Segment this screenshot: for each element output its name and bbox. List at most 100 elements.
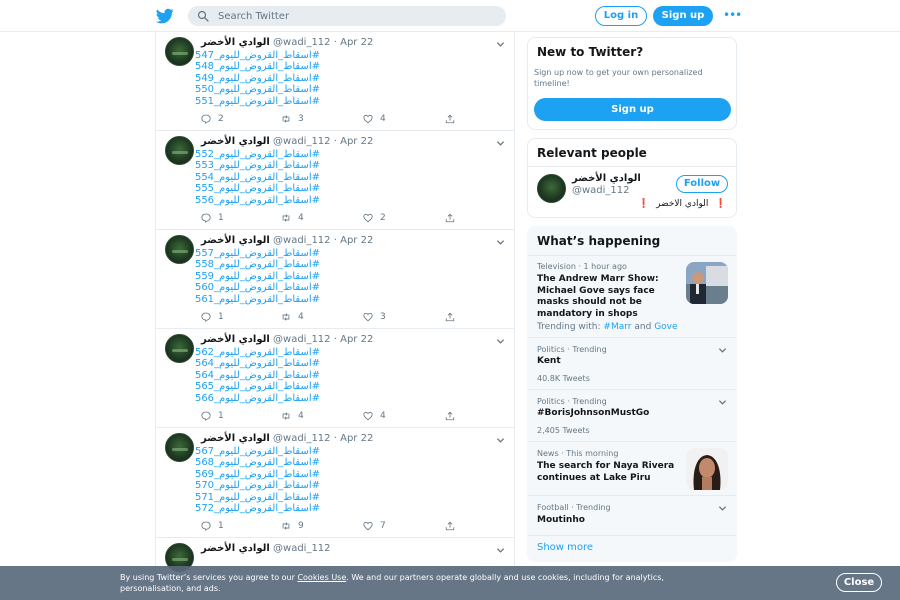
hashtag-link[interactable]: #اسقاط_القروض_لليوم_549 bbox=[195, 73, 320, 84]
and-text: and bbox=[634, 322, 652, 332]
follow-button[interactable]: Follow bbox=[676, 175, 728, 193]
tweet-actions: 1 4 4 bbox=[201, 410, 461, 422]
new-to-twitter-card: New to Twitter? Sign up now to get your … bbox=[527, 37, 737, 130]
tweet[interactable]: الوادي الأخضر @wadi_112 · Apr 22 #اسقاط_… bbox=[156, 428, 514, 538]
hashtag-link[interactable]: #اسقاط_القروض_لليوم_571 bbox=[195, 492, 320, 503]
person-name[interactable]: الوادي الأخضر bbox=[572, 173, 641, 184]
trend-item[interactable]: Television · 1 hour ago The Andrew Marr … bbox=[528, 255, 736, 339]
hashtag-link[interactable]: #اسقاط_القروض_لليوم_550 bbox=[195, 84, 320, 95]
chevron-down-icon[interactable] bbox=[496, 238, 505, 247]
hashtag-link[interactable]: #اسقاط_القروض_لليوم_561 bbox=[195, 294, 320, 305]
chevron-down-icon[interactable] bbox=[496, 139, 505, 148]
retweet-count: 4 bbox=[298, 213, 304, 223]
news-thumbnail[interactable] bbox=[686, 448, 728, 490]
hashtag-link[interactable]: #اسقاط_القروض_لليوم_569 bbox=[195, 469, 320, 480]
more-options-icon[interactable]: ••• bbox=[723, 9, 742, 21]
chevron-down-icon[interactable] bbox=[496, 546, 505, 555]
trend-item[interactable]: Football · Trending Moutinho bbox=[528, 495, 736, 539]
avatar[interactable] bbox=[165, 433, 194, 462]
avatar[interactable] bbox=[165, 37, 194, 66]
cookies-use-link[interactable]: Cookies Use bbox=[297, 573, 346, 582]
avatar[interactable] bbox=[165, 334, 194, 363]
tweet-date[interactable]: Apr 22 bbox=[340, 37, 373, 48]
separator: · bbox=[333, 37, 337, 48]
hashtag-link[interactable]: #اسقاط_القروض_لليوم_560 bbox=[195, 282, 320, 293]
cookie-text-before: By using Twitter’s services you agree to… bbox=[120, 573, 295, 582]
share-icon bbox=[445, 411, 455, 421]
author-name[interactable]: الوادي الأخضر bbox=[201, 543, 270, 554]
separator: · bbox=[333, 433, 337, 444]
chevron-down-icon[interactable] bbox=[718, 504, 727, 513]
tweet-date[interactable]: Apr 22 bbox=[340, 433, 373, 444]
reply-count: 1 bbox=[218, 411, 224, 421]
exclamation-icon: ❗ bbox=[715, 199, 727, 209]
hashtag-link[interactable]: #اسقاط_القروض_لليوم_552 bbox=[195, 149, 320, 160]
hashtag-link[interactable]: #اسقاط_القروض_لليوم_548 bbox=[195, 61, 320, 72]
author-handle[interactable]: @wadi_112 bbox=[273, 543, 331, 554]
trend-item[interactable]: News · This morning The search for Naya … bbox=[528, 441, 736, 495]
hashtag-link[interactable]: #اسقاط_القروض_لليوم_564 bbox=[195, 358, 320, 369]
hashtag-link[interactable]: #اسقاط_القروض_لليوم_551 bbox=[195, 96, 320, 107]
like-count: 7 bbox=[380, 521, 386, 531]
trend-item[interactable]: Politics · Trending Kent 40.8K Tweets bbox=[528, 337, 736, 389]
signup-button[interactable]: Sign up bbox=[653, 6, 713, 26]
hashtag-link[interactable]: #اسقاط_القروض_لليوم_564 bbox=[195, 370, 320, 381]
author-handle[interactable]: @wadi_112 bbox=[273, 433, 331, 444]
tweet[interactable]: الوادي الأخضر @wadi_112 · Apr 22 #اسقاط_… bbox=[156, 32, 514, 131]
trend-item[interactable]: Politics · Trending #BorisJohnsonMustGo … bbox=[528, 389, 736, 441]
author-name[interactable]: الوادي الأخضر bbox=[201, 433, 270, 444]
tweet-header: الوادي الأخضر @wadi_112 · Apr 22 bbox=[201, 334, 373, 345]
trend-meta: Politics · Trending bbox=[537, 345, 607, 354]
tweet-date[interactable]: Apr 22 bbox=[340, 334, 373, 345]
hashtag-link[interactable]: #اسقاط_القروض_لليوم_555 bbox=[195, 183, 320, 194]
signup-button-large[interactable]: Sign up bbox=[534, 98, 731, 121]
tweet[interactable]: الوادي الأخضر @wadi_112 · Apr 22 #اسقاط_… bbox=[156, 230, 514, 329]
hashtag-link[interactable]: #اسقاط_القروض_لليوم_559 bbox=[195, 271, 320, 282]
author-name[interactable]: الوادي الأخضر bbox=[201, 235, 270, 246]
hashtag-link[interactable]: #اسقاط_القروض_لليوم_557 bbox=[195, 248, 320, 259]
hashtag-link[interactable]: #اسقاط_القروض_لليوم_556 bbox=[195, 195, 320, 206]
author-name[interactable]: الوادي الأخضر bbox=[201, 136, 270, 147]
close-button[interactable]: Close bbox=[836, 573, 882, 592]
tweet[interactable]: الوادي الأخضر @wadi_112 · Apr 22 #اسقاط_… bbox=[156, 329, 514, 428]
avatar[interactable] bbox=[165, 136, 194, 165]
author-handle[interactable]: @wadi_112 bbox=[273, 235, 331, 246]
hashtag-link[interactable]: #اسقاط_القروض_لليوم_554 bbox=[195, 172, 320, 183]
hashtag-link[interactable]: #اسقاط_القروض_لليوم_570 bbox=[195, 480, 320, 491]
chevron-down-icon[interactable] bbox=[718, 346, 727, 355]
chevron-down-icon[interactable] bbox=[718, 398, 727, 407]
avatar[interactable] bbox=[537, 174, 566, 203]
retweet-count: 4 bbox=[298, 411, 304, 421]
tweet-date[interactable]: Apr 22 bbox=[340, 136, 373, 147]
show-more-link[interactable]: Show more bbox=[537, 542, 593, 553]
tweet-date[interactable]: Apr 22 bbox=[340, 235, 373, 246]
search-input[interactable] bbox=[218, 6, 498, 26]
hashtag-link[interactable]: #اسقاط_القروض_لليوم_553 bbox=[195, 160, 320, 171]
hashtag-link[interactable]: #اسقاط_القروض_لليوم_572 bbox=[195, 503, 320, 514]
news-thumbnail[interactable] bbox=[686, 262, 728, 304]
avatar[interactable] bbox=[165, 235, 194, 264]
author-handle[interactable]: @wadi_112 bbox=[273, 334, 331, 345]
hashtag-link[interactable]: #اسقاط_القروض_لليوم_565 bbox=[195, 381, 320, 392]
search-box[interactable] bbox=[188, 6, 506, 26]
chevron-down-icon[interactable] bbox=[496, 40, 505, 49]
person-handle[interactable]: @wadi_112 bbox=[572, 185, 630, 196]
author-name[interactable]: الوادي الأخضر bbox=[201, 37, 270, 48]
like-count: 2 bbox=[380, 213, 386, 223]
login-button[interactable]: Log in bbox=[595, 6, 647, 26]
hashtag-link[interactable]: #اسقاط_القروض_لليوم_562 bbox=[195, 347, 320, 358]
author-handle[interactable]: @wadi_112 bbox=[273, 136, 331, 147]
hashtag-link[interactable]: #اسقاط_القروض_لليوم_558 bbox=[195, 259, 320, 270]
chevron-down-icon[interactable] bbox=[496, 436, 505, 445]
topic-link[interactable]: Gove bbox=[654, 322, 677, 332]
author-handle[interactable]: @wadi_112 bbox=[273, 37, 331, 48]
hashtag-link[interactable]: #اسقاط_القروض_لليوم_566 bbox=[195, 393, 320, 404]
hashtag-link[interactable]: #اسقاط_القروض_لليوم_547 bbox=[195, 50, 320, 61]
twitter-logo-icon[interactable] bbox=[156, 7, 174, 25]
author-name[interactable]: الوادي الأخضر bbox=[201, 334, 270, 345]
chevron-down-icon[interactable] bbox=[496, 337, 505, 346]
hashtag-link[interactable]: #اسقاط_القروض_لليوم_567 bbox=[195, 446, 320, 457]
hashtag-link[interactable]: #اسقاط_القروض_لليوم_568 bbox=[195, 457, 320, 468]
tweet[interactable]: الوادي الأخضر @wadi_112 · Apr 22 #اسقاط_… bbox=[156, 131, 514, 230]
hashtag-link[interactable]: #Marr bbox=[603, 322, 631, 332]
